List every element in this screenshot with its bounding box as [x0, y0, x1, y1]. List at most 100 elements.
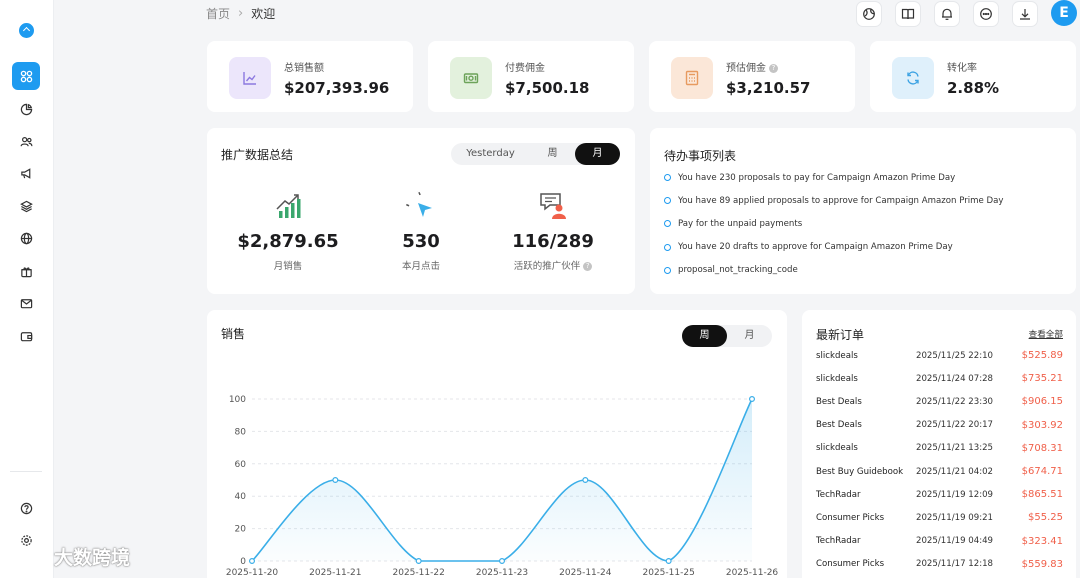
order-time: 2025/11/21 13:25	[916, 443, 994, 454]
nav-dashboard-icon[interactable]	[12, 62, 40, 90]
x-tick-label: 2025-11-21	[309, 568, 361, 578]
metric-label: 本月点击	[401, 261, 440, 272]
nav-gift-icon[interactable]	[12, 257, 40, 285]
help-icon[interactable]	[12, 494, 40, 522]
order-source: slickdeals	[816, 373, 858, 384]
recent-orders-card: 最新订单 查看全部 slickdeals 2025/11/25 22:10 $525…	[802, 310, 1076, 578]
watermark-logo-icon	[10, 548, 46, 566]
order-source: Best Deals	[816, 420, 862, 431]
metric-value: 530	[402, 231, 440, 252]
nav-users-icon[interactable]	[12, 127, 40, 155]
todo-item[interactable]: proposal_not_tracking_code	[664, 259, 1004, 282]
order-row[interactable]: Consumer Picks 2025/11/19 09:21 $55.25	[816, 506, 1063, 529]
stat-label: 转化率	[947, 63, 977, 74]
tab-month[interactable]: 月	[575, 143, 620, 165]
stat-card-total-sales: 总销售额 $207,393.96	[207, 41, 413, 112]
download-button[interactable]	[1012, 1, 1038, 27]
order-row[interactable]: Consumer Picks 2025/11/17 12:18 $559.83	[816, 553, 1063, 576]
order-row[interactable]: slickdeals 2025/11/25 22:10 $525.89	[816, 344, 1063, 367]
partner-icon	[540, 193, 566, 219]
order-time: 2025/11/19 09:21	[916, 512, 994, 523]
chat-bubble-icon	[980, 8, 992, 20]
order-source: Consumer Picks	[816, 512, 885, 523]
docs-button[interactable]	[895, 1, 921, 27]
order-time: 2025/11/24 07:28	[916, 373, 994, 384]
nav-wallet-icon[interactable]	[12, 322, 40, 350]
watermark-text: 大数跨境	[54, 547, 131, 569]
nav-megaphone-icon[interactable]	[12, 159, 40, 187]
order-time: 2025/11/25 22:10	[916, 350, 994, 361]
order-row[interactable]: Best Buy Guidebook 2025/11/21 04:02 $674.7…	[816, 460, 1063, 483]
notifications-button[interactable]	[934, 1, 960, 27]
breadcrumb-current: 欢迎	[251, 7, 276, 21]
logo[interactable]	[19, 23, 34, 38]
stat-card-estimated-commission: 预估佣金? $3,210.57	[649, 41, 855, 112]
order-amount: $525.89	[1021, 350, 1063, 362]
order-amount: $559.83	[1021, 558, 1063, 570]
series-area	[252, 399, 752, 561]
breadcrumb-separator-icon: ›	[238, 6, 244, 21]
todo-bullet-icon	[664, 174, 671, 182]
order-row[interactable]: slickdeals 2025/11/24 07:28 $735.21	[816, 367, 1063, 390]
order-source: slickdeals	[816, 443, 858, 454]
todo-item[interactable]: You have 20 drafts to approve for Campai…	[664, 236, 1004, 259]
order-source: slickdeals	[816, 350, 858, 361]
order-row[interactable]: Best Deals 2025/11/22 20:17 $303.92	[816, 414, 1063, 437]
promo-summary-card: 推广数据总结 Yesterday 周 月 $2,879.65 月销售 530 本…	[207, 128, 635, 294]
y-tick-label: 100	[229, 395, 246, 405]
order-amount: $55.25	[1028, 512, 1063, 524]
nav-pie-chart-icon[interactable]	[12, 95, 40, 123]
promo-summary-title: 推广数据总结	[221, 148, 294, 162]
todo-item[interactable]: You have 230 proposals to pay for Campai…	[664, 166, 1004, 189]
nav-layers-icon[interactable]	[12, 192, 40, 220]
orders-list: slickdeals 2025/11/25 22:10 $525.89 slickde…	[816, 344, 1063, 576]
data-point	[748, 395, 755, 402]
cursor-click-icon	[401, 187, 432, 217]
x-tick-label: 2025-11-22	[393, 568, 445, 578]
metric-value: $2,879.65	[237, 231, 339, 252]
info-icon[interactable]: ?	[769, 64, 778, 73]
order-row[interactable]: Best Deals 2025/11/22 23:30 $906.15	[816, 390, 1063, 413]
nav-globe-icon[interactable]	[12, 224, 40, 252]
breadcrumb-home[interactable]: 首页	[206, 5, 230, 22]
todo-bullet-icon	[664, 197, 671, 205]
book-icon	[901, 8, 915, 20]
info-icon[interactable]: ?	[583, 262, 593, 271]
stat-card-conversion-rate: 转化率 2.88%	[870, 41, 1076, 112]
order-amount: $674.71	[1021, 466, 1063, 478]
stat-label: 付费佣金	[505, 63, 545, 74]
metric-value: 116/289	[512, 231, 594, 252]
view-all-link[interactable]: 查看全部	[1029, 328, 1063, 340]
todo-item-text: proposal_not_tracking_code	[678, 265, 798, 276]
messages-button[interactable]	[973, 1, 999, 27]
globe-moon-icon	[863, 8, 875, 20]
promo-period-toggle: Yesterday 周 月	[451, 143, 620, 165]
order-source: Best Deals	[816, 396, 862, 407]
todo-item[interactable]: You have 89 applied proposals to approve…	[664, 189, 1004, 212]
data-point	[665, 558, 672, 565]
stat-label: 总销售额	[284, 63, 324, 74]
order-source: Best Buy Guidebook	[816, 466, 904, 477]
tab-yesterday[interactable]: Yesterday	[451, 143, 530, 165]
tab-week[interactable]: 周	[530, 143, 575, 165]
growth-chart-icon	[276, 194, 301, 218]
order-time: 2025/11/19 04:49	[916, 536, 994, 547]
todo-item-text: You have 230 proposals to pay for Campai…	[678, 172, 956, 183]
order-time: 2025/11/21 04:02	[916, 466, 994, 477]
y-tick-label: 0	[240, 557, 246, 567]
order-time: 2025/11/22 23:30	[916, 396, 994, 407]
user-avatar[interactable]: E	[1051, 0, 1077, 26]
data-point	[499, 558, 506, 565]
order-amount: $735.21	[1021, 373, 1063, 385]
todo-item[interactable]: Pay for the unpaid payments	[664, 212, 1004, 235]
x-tick-label: 2025-11-23	[476, 568, 528, 578]
order-row[interactable]: TechRadar 2025/11/19 04:49 $323.41	[816, 530, 1063, 553]
x-tick-label: 2025-11-20	[226, 568, 279, 578]
theme-toggle-button[interactable]	[856, 1, 882, 27]
order-row[interactable]: TechRadar 2025/11/19 12:09 $865.51	[816, 483, 1063, 506]
nav-mail-icon[interactable]	[12, 289, 40, 317]
order-source: TechRadar	[816, 489, 861, 500]
order-amount: $323.41	[1021, 535, 1063, 547]
cash-icon	[450, 57, 492, 99]
order-row[interactable]: slickdeals 2025/11/21 13:25 $708.31	[816, 437, 1063, 460]
